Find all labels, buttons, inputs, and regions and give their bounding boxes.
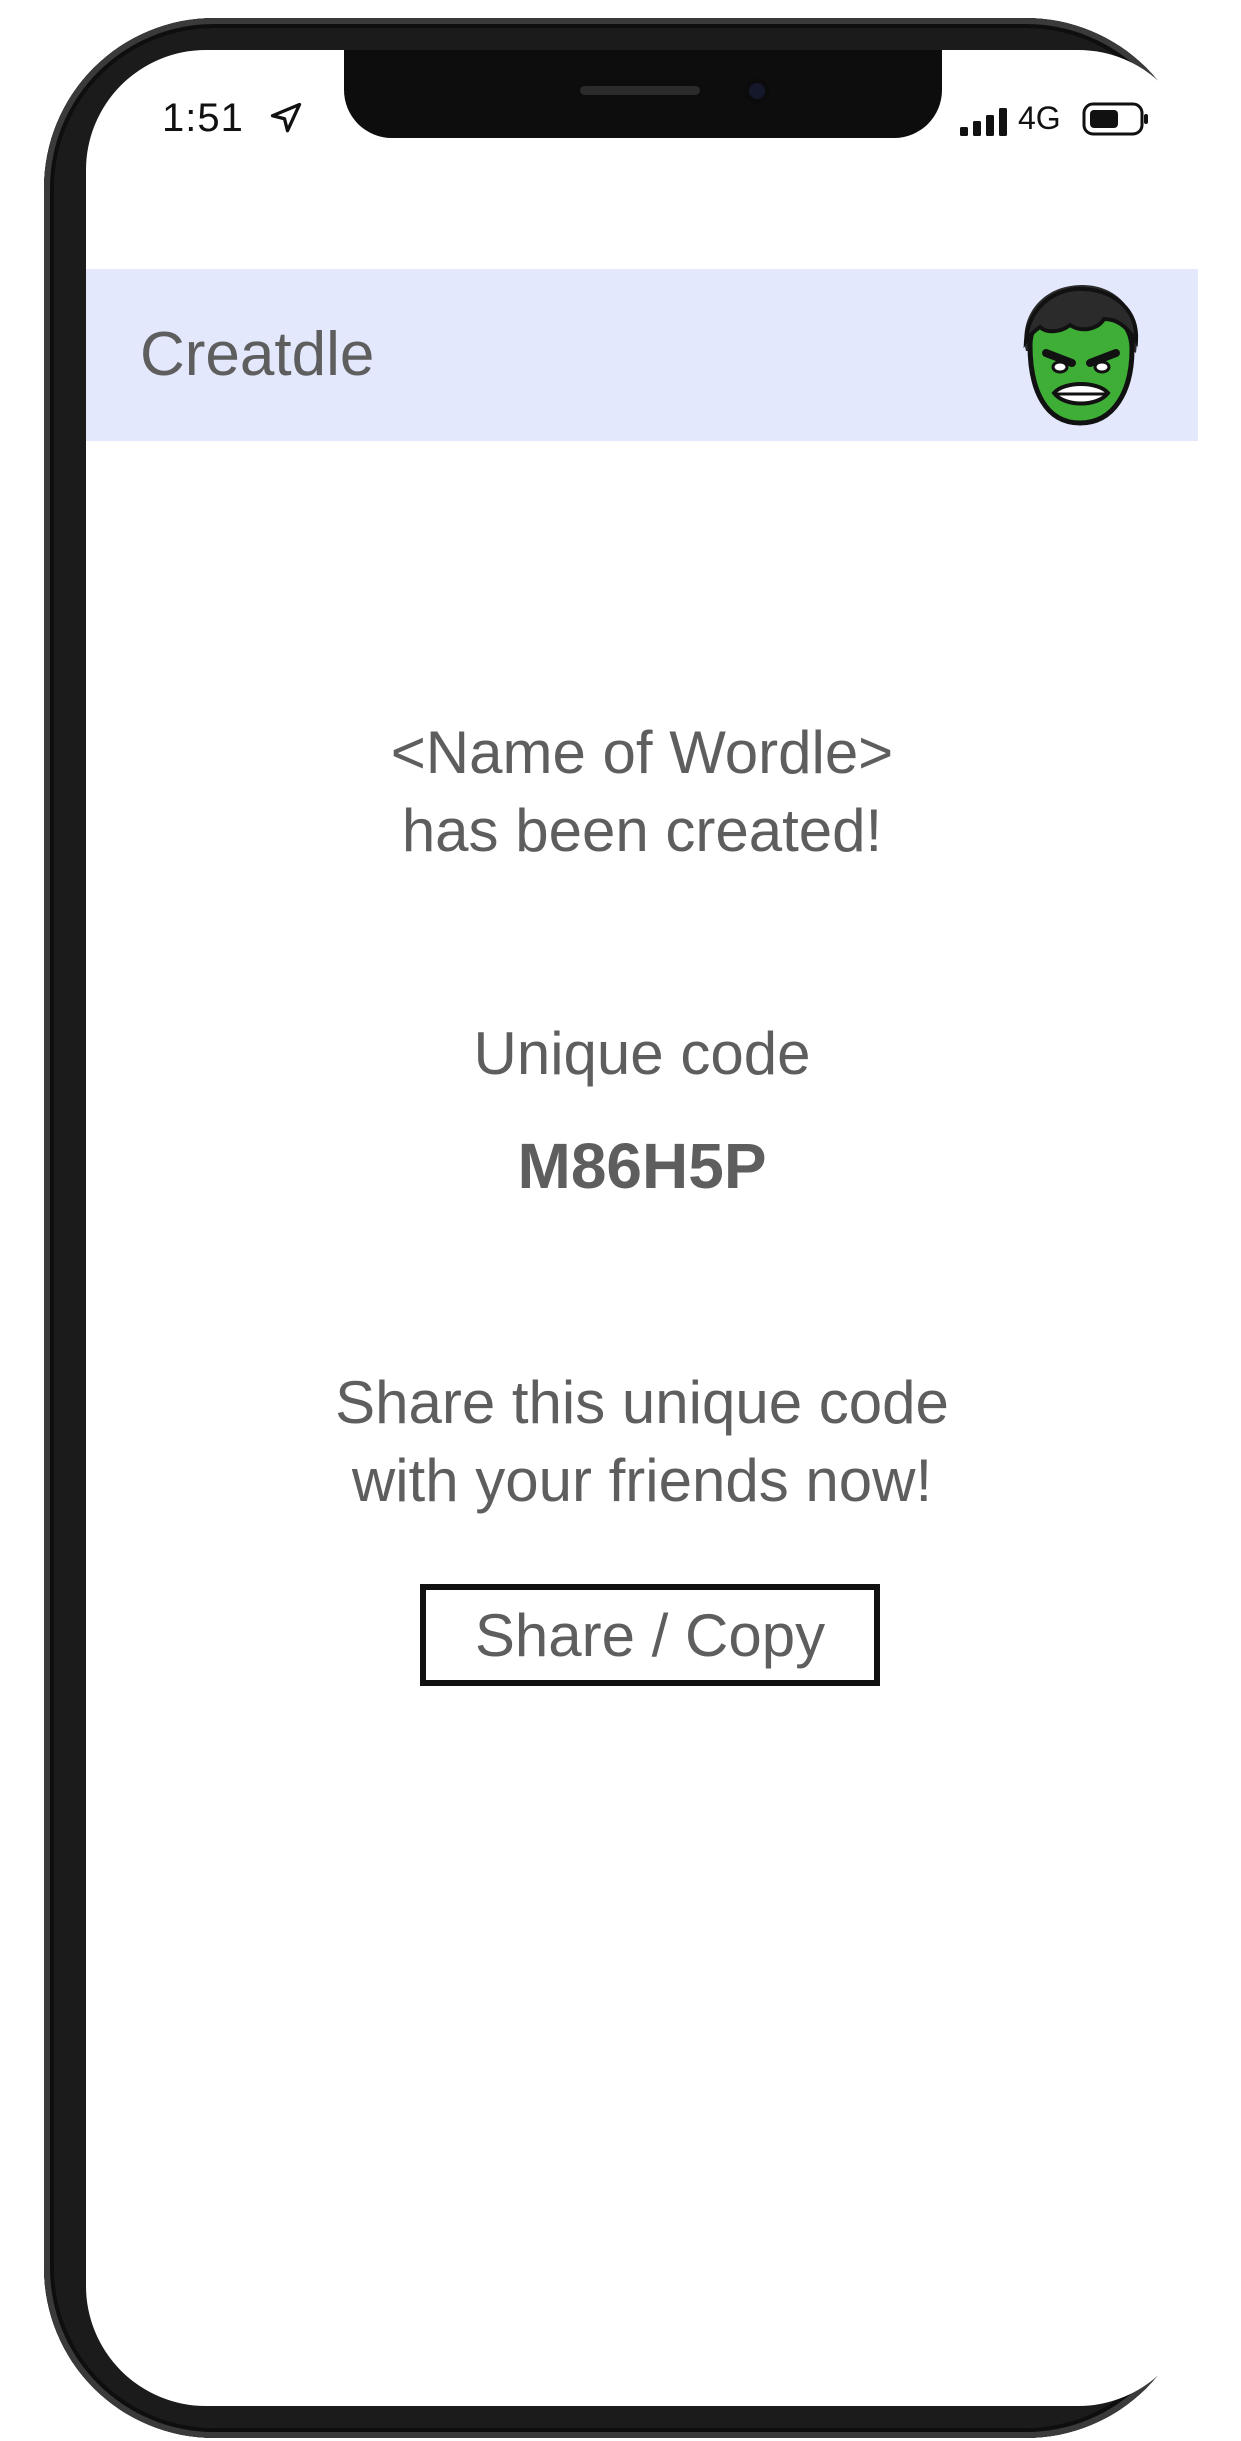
front-camera-icon: [744, 78, 770, 104]
share-message-line-1: Share this unique code: [335, 1369, 949, 1436]
app-header: Creatdle: [86, 269, 1198, 441]
phone-screen: 1:51 4G Creatdle <Name of Wordle> has be…: [86, 50, 1198, 2406]
network-type: 4G: [1018, 100, 1061, 136]
unique-code-label: Unique code: [473, 1020, 811, 1087]
hulk-avatar-icon[interactable]: [1012, 279, 1148, 431]
status-time: 1:51: [162, 96, 244, 140]
unique-code-value: M86H5P: [517, 1130, 767, 1202]
location-arrow-icon: [270, 102, 302, 133]
notch: [344, 50, 942, 138]
created-message: <Name of Wordle> has been created!: [86, 714, 1198, 870]
share-copy-button[interactable]: Share / Copy: [420, 1584, 880, 1686]
created-status-text: has been created!: [401, 797, 883, 864]
device-mockup: 1:51 4G Creatdle <Name of Wordle> has be…: [0, 0, 1241, 2441]
cellular-signal-icon: [960, 108, 1007, 136]
share-message: Share this unique code with your friends…: [86, 1364, 1198, 1520]
app-title: Creatdle: [140, 320, 375, 389]
share-message-line-2: with your friends now!: [351, 1447, 933, 1514]
battery-icon: [1082, 102, 1148, 136]
wordle-name-placeholder: <Name of Wordle>: [390, 719, 894, 786]
